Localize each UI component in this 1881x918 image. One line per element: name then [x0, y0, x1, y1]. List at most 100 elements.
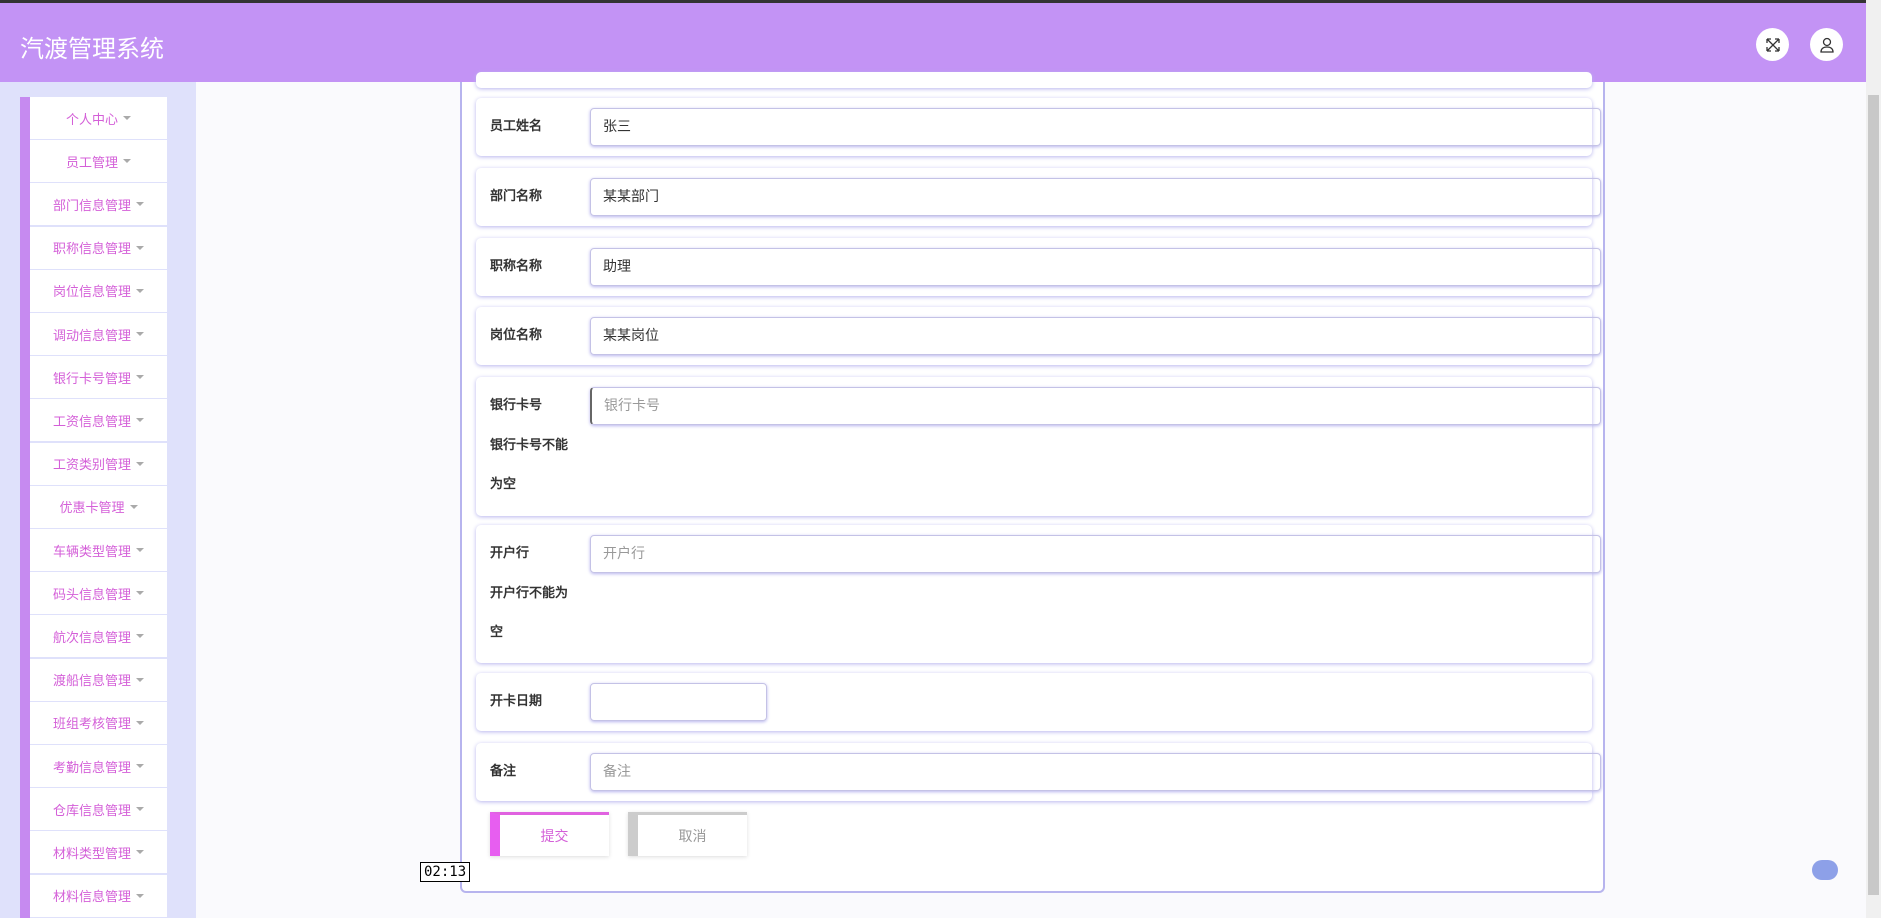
remark-input[interactable]: 备注 [590, 753, 1601, 791]
sidebar-item[interactable]: 工资信息管理 [30, 399, 167, 442]
sidebar-item-label: 银行卡号管理 [52, 371, 131, 387]
error-text: 银行卡号不能 [490, 438, 569, 453]
sidebar-item[interactable]: 个人中心 [30, 97, 167, 139]
caret-down-icon [123, 116, 131, 120]
bank-input[interactable]: 开户行 [590, 535, 1601, 573]
sidebar-item[interactable]: 航次信息管理 [30, 615, 167, 658]
sidebar-item[interactable]: 优惠卡管理 [30, 485, 167, 528]
sidebar-item-label: 工资信息管理 [52, 414, 131, 430]
caret-down-icon [136, 418, 144, 423]
title-input[interactable]: 助理 [590, 248, 1601, 286]
app-title: 汽渡管理系统 [20, 35, 164, 63]
form-row-title: 职称名称 助理 [476, 238, 1601, 296]
sidebar-item[interactable]: 员工管理 [30, 140, 167, 183]
sidebar-item-label: 航次信息管理 [52, 630, 131, 646]
header: 汽渡管理系统 [0, 0, 1866, 82]
form-row-bank: 开户行 开户行不能为 空 开户行 [476, 525, 1601, 663]
cancel-button[interactable]: 取消 [628, 812, 747, 856]
sidebar-item-label: 材料类型管理 [52, 846, 131, 862]
label: 岗位名称 [490, 328, 543, 343]
sidebar-item-label: 岗位信息管理 [52, 285, 131, 301]
label: 开户行 [490, 546, 530, 561]
sidebar-item[interactable]: 考勤信息管理 [30, 745, 167, 787]
form-row-department: 部门名称 某某部门 [476, 168, 1601, 226]
caret-down-icon [136, 634, 144, 639]
sidebar-item[interactable]: 材料类型管理 [30, 831, 167, 874]
caret-down-icon [136, 807, 144, 812]
error-text: 空 [490, 625, 504, 640]
sidebar-item[interactable]: 材料信息管理 [30, 874, 167, 917]
sidebar-item-label: 部门信息管理 [52, 198, 131, 214]
expand-icon [1765, 37, 1780, 52]
time-tooltip: 02:13 [420, 862, 471, 882]
sidebar-item-label: 职称信息管理 [52, 242, 131, 258]
form-panel: 员工姓名 张三 部门名称 某某部门 职称名称 助理 岗位名称 某某岗位 银行卡号… [460, 72, 1605, 893]
form-row-remark: 备注 备注 [476, 743, 1601, 801]
sidebar-item[interactable]: 车辆类型管理 [30, 529, 167, 571]
sidebar-item-label: 考勤信息管理 [52, 760, 131, 776]
open-date-input[interactable] [590, 683, 767, 721]
sidebar-item[interactable]: 岗位信息管理 [30, 269, 167, 312]
user-icon [1819, 37, 1834, 53]
sidebar-item-label: 材料信息管理 [52, 890, 131, 906]
sidebar-item-label: 码头信息管理 [52, 587, 131, 603]
error-text: 开户行不能为 [490, 586, 569, 601]
user-button[interactable] [1810, 28, 1843, 61]
caret-down-icon [136, 245, 144, 250]
sidebar-item-label: 员工管理 [65, 155, 118, 171]
sidebar-item[interactable]: 银行卡号管理 [30, 356, 167, 399]
caret-down-icon [136, 720, 144, 725]
sidebar-item[interactable]: 部门信息管理 [30, 183, 167, 226]
form-row-position: 岗位名称 某某岗位 [476, 307, 1601, 365]
chat-icon[interactable] [1812, 860, 1838, 880]
sidebar-item-label: 车辆类型管理 [52, 544, 131, 560]
sidebar-item[interactable]: 职称信息管理 [30, 226, 167, 269]
position-input[interactable]: 某某岗位 [590, 317, 1601, 355]
sidebar-item[interactable]: 班组考核管理 [30, 701, 167, 744]
caret-down-icon [136, 548, 144, 552]
label: 部门名称 [490, 189, 543, 204]
caret-down-icon [136, 202, 144, 207]
sidebar: 个人中心员工管理部门信息管理 职称信息管理 岗位信息管理 调动信息管理 银行卡号管理 工资… [0, 82, 196, 918]
sidebar-item-label: 班组考核管理 [52, 717, 131, 733]
submit-button[interactable]: 提交 [490, 812, 609, 856]
sidebar-accent-bar [20, 97, 30, 918]
sidebar-item-label: 调动信息管理 [52, 328, 131, 344]
caret-down-icon [123, 159, 131, 164]
caret-down-icon [136, 375, 144, 380]
sidebar-item[interactable]: 调动信息管理 [30, 313, 167, 355]
caret-down-icon [136, 764, 144, 768]
sidebar-item-label: 仓库信息管理 [52, 803, 131, 819]
form-row-bank-card: 银行卡号 银行卡号不能 为空 银行卡号 [476, 377, 1601, 516]
label: 职称名称 [490, 259, 543, 274]
caret-down-icon [136, 288, 144, 293]
fullscreen-button[interactable] [1756, 28, 1789, 61]
sidebar-item[interactable]: 渡船信息管理 [30, 658, 167, 701]
caret-down-icon [136, 591, 144, 596]
sidebar-item[interactable]: 仓库信息管理 [30, 788, 167, 831]
label: 开卡日期 [490, 694, 543, 709]
bank-card-input[interactable]: 银行卡号 [590, 387, 1601, 425]
sidebar-item-label: 个人中心 [65, 112, 118, 128]
form-row-employee-name: 员工姓名 张三 [476, 98, 1601, 156]
scrollbar-thumb[interactable] [1868, 95, 1879, 895]
form-row-cut [476, 72, 1592, 88]
sidebar-item-label: 工资类别管理 [52, 458, 131, 474]
error-text: 为空 [490, 477, 517, 492]
sidebar-item[interactable]: 码头信息管理 [30, 572, 167, 615]
label: 员工姓名 [490, 119, 543, 134]
sidebar-item-label: 渡船信息管理 [52, 674, 131, 690]
label: 备注 [490, 764, 517, 779]
sidebar-item[interactable]: 工资类别管理 [30, 442, 167, 485]
department-input[interactable]: 某某部门 [590, 178, 1601, 216]
caret-down-icon [136, 677, 144, 682]
form-row-open-date: 开卡日期 [476, 673, 1592, 731]
employee-name-input[interactable]: 张三 [590, 108, 1601, 146]
caret-down-icon [136, 850, 144, 855]
page-scrollbar[interactable] [1866, 0, 1881, 918]
caret-down-icon [136, 332, 144, 336]
caret-down-icon [129, 504, 138, 509]
caret-down-icon [136, 893, 144, 898]
caret-down-icon [136, 461, 144, 466]
label: 银行卡号 [490, 398, 543, 413]
